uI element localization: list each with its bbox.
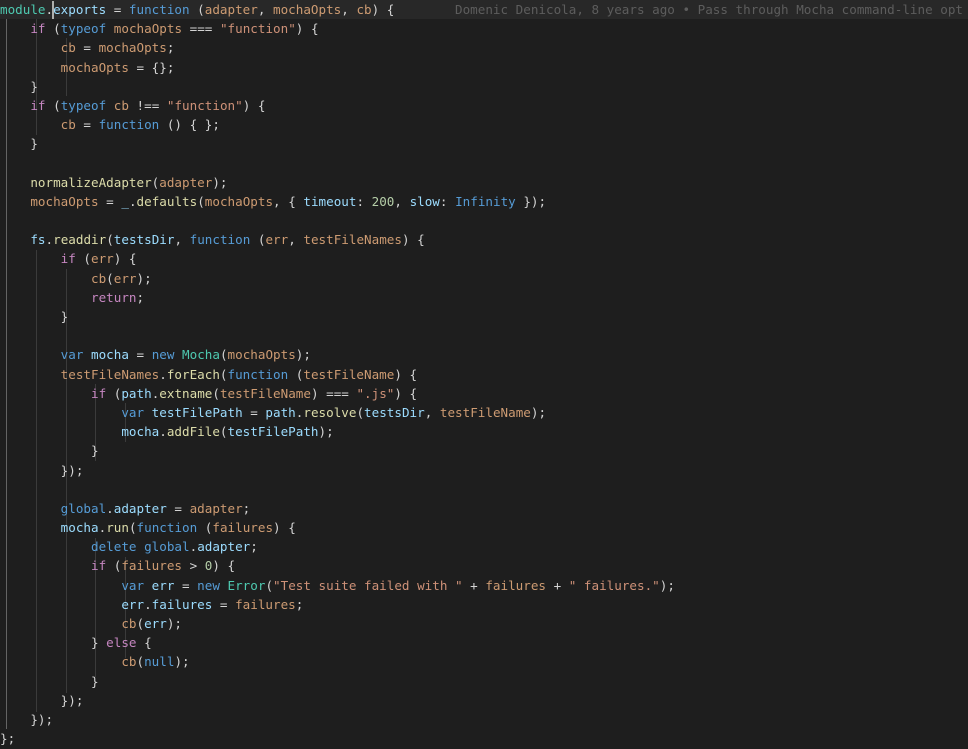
code-editor[interactable]: Domenic Denicola, 8 years ago • Pass thr… xyxy=(0,0,968,749)
code-line[interactable]: cb(null); xyxy=(0,652,968,671)
code-line[interactable]: if (path.extname(testFileName) === ".js"… xyxy=(0,384,968,403)
code-line[interactable]: return; xyxy=(0,288,968,307)
code-line[interactable]: }); xyxy=(0,691,968,710)
code-line[interactable]: testFileNames.forEach(function (testFile… xyxy=(0,365,968,384)
code-line[interactable]: cb(err); xyxy=(0,614,968,633)
code-line[interactable]: cb = function () { }; xyxy=(0,115,968,134)
token-module: module xyxy=(0,2,46,17)
code-line[interactable]: mochaOpts = _.defaults(mochaOpts, { time… xyxy=(0,192,968,211)
code-line[interactable]: err.failures = failures; xyxy=(0,595,968,614)
code-line[interactable]: }); xyxy=(0,710,968,729)
code-line[interactable]: } else { xyxy=(0,633,968,652)
code-line[interactable]: } xyxy=(0,441,968,460)
code-line[interactable]: } xyxy=(0,134,968,153)
code-line[interactable]: fs.readdir(testsDir, function (err, test… xyxy=(0,230,968,249)
code-line[interactable] xyxy=(0,480,968,499)
code-line[interactable]: normalizeAdapter(adapter); xyxy=(0,173,968,192)
code-line[interactable]: cb = mochaOpts; xyxy=(0,38,968,57)
code-line[interactable] xyxy=(0,326,968,345)
code-line[interactable]: var testFilePath = path.resolve(testsDir… xyxy=(0,403,968,422)
code-line[interactable]: if (typeof mochaOpts === "function") { xyxy=(0,19,968,38)
code-line[interactable]: cb(err); xyxy=(0,269,968,288)
text-cursor xyxy=(51,1,54,19)
git-blame-annotation[interactable]: Domenic Denicola, 8 years ago • Pass thr… xyxy=(455,0,968,19)
code-line[interactable]: global.adapter = adapter; xyxy=(0,499,968,518)
code-line[interactable] xyxy=(0,211,968,230)
code-line[interactable]: mocha.run(function (failures) { xyxy=(0,518,968,537)
code-line[interactable]: } xyxy=(0,307,968,326)
code-line[interactable]: mocha.addFile(testFilePath); xyxy=(0,422,968,441)
code-line[interactable]: } xyxy=(0,672,968,691)
code-line[interactable]: }; xyxy=(0,729,968,748)
code-line[interactable]: if (err) { xyxy=(0,249,968,268)
code-line[interactable] xyxy=(0,154,968,173)
code-line[interactable]: var err = new Error("Test suite failed w… xyxy=(0,576,968,595)
code-line[interactable]: } xyxy=(0,77,968,96)
code-lines[interactable]: module.exports = function (adapter, moch… xyxy=(0,0,968,749)
code-line[interactable]: delete global.adapter; xyxy=(0,537,968,556)
code-line[interactable]: }); xyxy=(0,461,968,480)
code-line[interactable]: if (failures > 0) { xyxy=(0,556,968,575)
code-line[interactable]: if (typeof cb !== "function") { xyxy=(0,96,968,115)
code-line[interactable]: mochaOpts = {}; xyxy=(0,58,968,77)
code-line[interactable]: var mocha = new Mocha(mochaOpts); xyxy=(0,345,968,364)
